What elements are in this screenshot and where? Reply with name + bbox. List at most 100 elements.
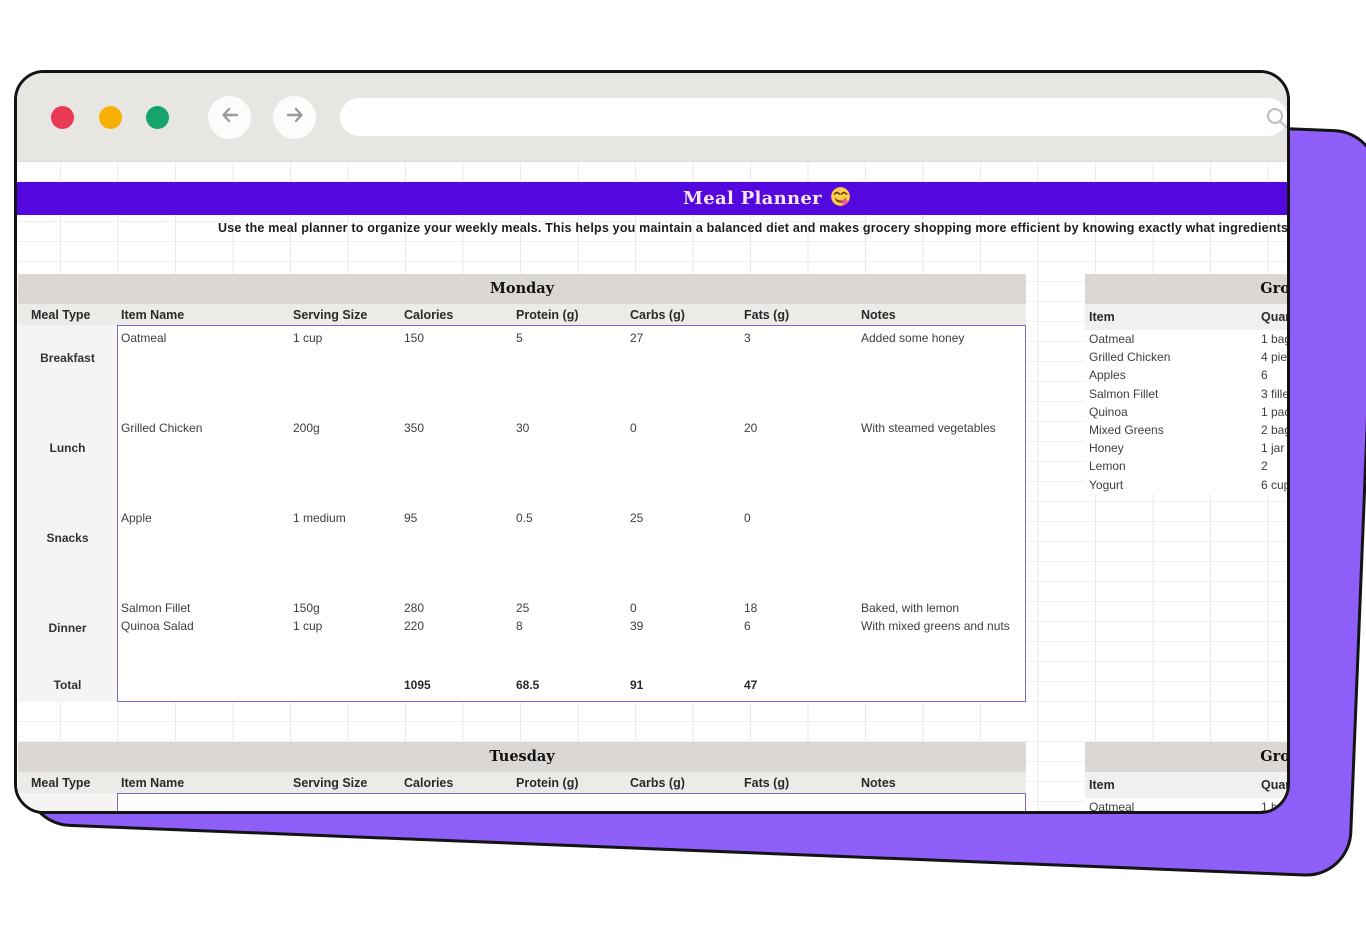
meal-type-cell[interactable]: Breakfast [18, 325, 117, 415]
meal-item-row: Apple 1 medium 95 0.5 25 0 [117, 509, 1026, 527]
grocery-cell[interactable]: Oatmeal [1085, 800, 1257, 811]
grocery-item-row: Mixed Greens2 bags [1085, 420, 1287, 440]
cell-notes[interactable]: With steamed vegetables [857, 421, 1026, 435]
meal-type-cell[interactable]: Lunch [18, 415, 117, 505]
grocery-cell[interactable]: Apples [1085, 368, 1257, 382]
meal-block-lunch: Lunch Grilled Chicken 200g 350 30 0 20 With ste… [18, 415, 1026, 505]
column-header: Item Name [121, 775, 185, 790]
meal-item-row: Salmon Fillet 150g 280 25 0 18 Baked, with lem… [117, 599, 1026, 617]
meal-block-dinner: Dinner Salmon Fillet 150g 280 25 0 18 Baked, wi… [18, 595, 1026, 667]
grocery-cell[interactable]: 6 [1257, 368, 1287, 382]
column-header: Serving Size [293, 307, 368, 322]
grocery-cell[interactable]: Honey [1085, 441, 1257, 455]
cell-name[interactable]: Grilled Chicken [117, 421, 289, 435]
grocery-item-row: Yogurt6 cups [1085, 475, 1287, 494]
cell-carbs[interactable]: 0 [626, 601, 740, 615]
grocery-cell[interactable]: Mixed Greens [1085, 423, 1257, 437]
grocery-header-row: Item Quantity [1085, 304, 1287, 330]
cell-fats[interactable]: 18 [740, 601, 857, 615]
meal-type-cell[interactable]: Dinner [18, 595, 117, 667]
cell-fats[interactable]: 20 [740, 421, 857, 435]
column-header: Serving Size [293, 775, 368, 790]
grocery-cell[interactable]: 2 bags [1257, 423, 1287, 437]
grocery-cell[interactable]: 2 [1257, 459, 1287, 473]
cell-carbs[interactable]: 0 [626, 421, 740, 435]
cell-fats[interactable]: 3 [740, 331, 857, 345]
meal-items: Apple 1 medium 95 0.5 25 0 [117, 505, 1026, 595]
close-traffic-light[interactable] [51, 106, 74, 129]
grocery-cell[interactable]: Grilled Chicken [1085, 350, 1257, 364]
grocery-cell[interactable]: Quinoa [1085, 405, 1257, 419]
cell-notes[interactable]: Baked, with lemon [857, 601, 1026, 615]
cell-calories[interactable]: 220 [400, 619, 512, 633]
grocery-item-row: Oatmeal 1 bag [1085, 798, 1287, 811]
total-cell[interactable]: 91 [626, 678, 740, 692]
grocery-list: Grocery List Item Quantity Oatmeal1 bag [1085, 742, 1287, 811]
cell-name[interactable]: Oatmeal [117, 331, 289, 345]
meal-block-snacks: Snacks Apple 1 medium 95 0.5 25 0 [18, 505, 1026, 595]
cell-calories[interactable]: 150 [400, 331, 512, 345]
meal-table-body [18, 793, 1026, 811]
cell-protein[interactable]: 0.5 [512, 511, 626, 525]
search-icon[interactable] [1265, 106, 1287, 135]
grocery-item-row: Apples 6 [1085, 366, 1287, 385]
column-header: Calories [404, 307, 454, 322]
meal-table: Tuesday Meal Type Item Name Serving Size Cal… [18, 742, 1026, 811]
grocery-title: Grocery List [1085, 742, 1287, 772]
cell-carbs[interactable]: 27 [626, 331, 740, 345]
url-bar[interactable] [340, 98, 1287, 136]
column-header: Meal Type [31, 307, 91, 322]
total-cell[interactable]: 1095 [400, 678, 512, 692]
meal-type-cell[interactable]: Snacks [18, 505, 117, 595]
forward-button[interactable] [273, 96, 316, 139]
cell-name[interactable]: Salmon Fillet [117, 601, 289, 615]
cell-serving[interactable]: 200g [289, 421, 400, 435]
cell-protein[interactable]: 5 [512, 331, 626, 345]
cell-notes[interactable]: With mixed greens and nuts [857, 619, 1026, 633]
title-banner: Meal Planner [17, 182, 1287, 215]
total-label: Total [18, 667, 117, 702]
cell-calories[interactable]: 350 [400, 421, 512, 435]
cell-serving[interactable]: 150g [289, 601, 400, 615]
grocery-cell[interactable]: Salmon Fillet [1085, 387, 1257, 401]
cell-protein[interactable]: 25 [512, 601, 626, 615]
column-header: Notes [861, 775, 896, 790]
grocery-cell[interactable]: 1 jar [1257, 441, 1287, 455]
cell-fats[interactable]: 6 [740, 619, 857, 633]
cell-carbs[interactable]: 39 [626, 619, 740, 633]
total-cell[interactable]: 68.5 [512, 678, 626, 692]
grocery-cell[interactable]: Lemon [1085, 459, 1257, 473]
minimize-traffic-light[interactable] [99, 106, 122, 129]
grocery-cell[interactable]: Oatmeal [1085, 332, 1257, 346]
grocery-item-row: Grilled Chicken4 pieces [1085, 348, 1287, 367]
cell-carbs[interactable]: 25 [626, 511, 740, 525]
total-values: 1095 68.5 91 47 [117, 667, 1026, 702]
cell-serving[interactable]: 1 cup [289, 619, 400, 633]
grocery-column-header: Item [1089, 310, 1115, 324]
grocery-cell[interactable]: 1 bag [1257, 332, 1287, 346]
zoom-traffic-light[interactable] [146, 106, 169, 129]
grocery-cell[interactable]: 4 pieces [1257, 350, 1287, 364]
cell-protein[interactable]: 8 [512, 619, 626, 633]
grocery-cell[interactable]: 6 cups [1257, 478, 1287, 492]
column-header: Carbs (g) [630, 775, 685, 790]
cell-protein[interactable]: 30 [512, 421, 626, 435]
page-title: Meal Planner [683, 188, 822, 209]
grocery-cell[interactable]: 1 pack [1257, 405, 1287, 419]
grocery-cell[interactable]: Yogurt [1085, 478, 1257, 492]
grocery-cell[interactable]: 3 fillets [1257, 387, 1287, 401]
cell-name[interactable]: Apple [117, 511, 289, 525]
cell-serving[interactable]: 1 cup [289, 331, 400, 345]
cell-calories[interactable]: 280 [400, 601, 512, 615]
cell-notes[interactable]: Added some honey [857, 331, 1026, 345]
cell-name[interactable]: Quinoa Salad [117, 619, 289, 633]
total-cell[interactable]: 47 [740, 678, 857, 692]
meal-type-cell[interactable] [18, 793, 117, 811]
cell-calories[interactable]: 95 [400, 511, 512, 525]
face-savoring-food-emoji-icon [830, 186, 851, 212]
cell-serving[interactable]: 1 medium [289, 511, 400, 525]
cell-fats[interactable]: 0 [740, 511, 857, 525]
grocery-item-row: Lemon 2 [1085, 457, 1287, 476]
back-button[interactable] [208, 96, 251, 139]
meal-items: Salmon Fillet 150g 280 25 0 18 Baked, with lem… [117, 595, 1026, 667]
